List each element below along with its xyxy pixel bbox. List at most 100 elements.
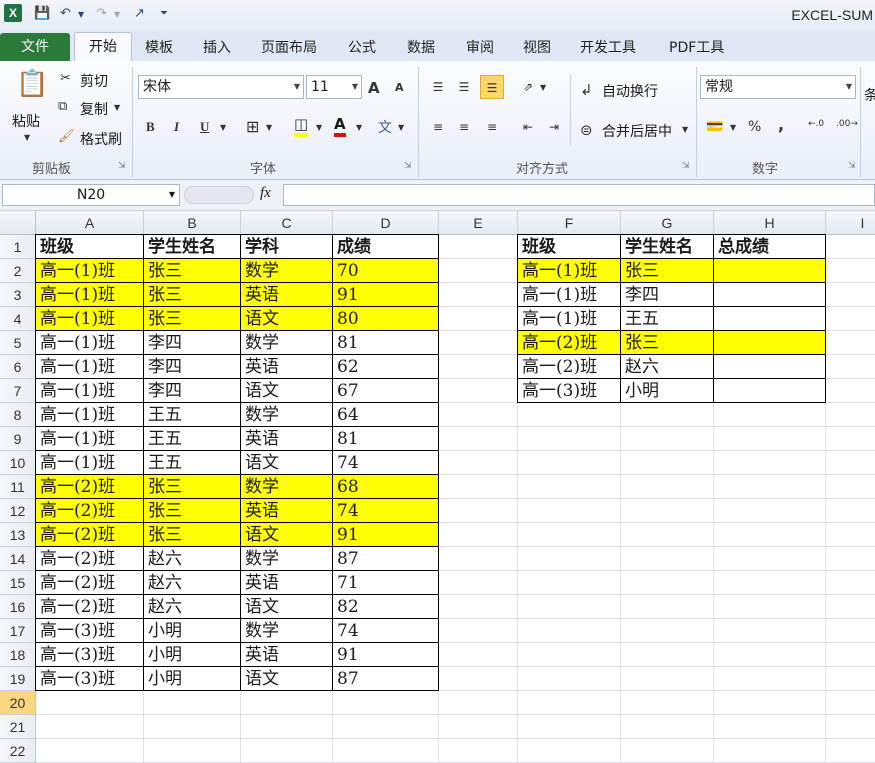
cut-button[interactable]: 剪切: [80, 71, 108, 91]
table-cell[interactable]: 张三: [621, 259, 714, 283]
grid-cell[interactable]: [826, 355, 875, 379]
table-cell[interactable]: 张三: [144, 523, 241, 547]
grid-cell[interactable]: [439, 331, 518, 355]
table-cell[interactable]: 高一(1)班: [36, 355, 144, 379]
grid-cell[interactable]: [439, 475, 518, 499]
decrease-decimal-icon[interactable]: .00→: [836, 119, 858, 129]
grid-cell[interactable]: [714, 643, 826, 667]
column-header[interactable]: C: [241, 211, 333, 235]
grid-cell[interactable]: [621, 571, 714, 595]
grid-cell[interactable]: [714, 619, 826, 643]
grid-cell[interactable]: [621, 547, 714, 571]
merge-center-icon[interactable]: ⊜: [580, 121, 593, 139]
tab-developer[interactable]: 开发工具: [580, 37, 636, 57]
grid-cell[interactable]: [621, 499, 714, 523]
save-icon[interactable]: 💾: [34, 6, 50, 21]
table-header-cell[interactable]: 学生姓名: [144, 235, 241, 259]
grid-cell[interactable]: [621, 475, 714, 499]
grid-cell[interactable]: [36, 715, 144, 739]
grid-cell[interactable]: [826, 499, 875, 523]
table-cell[interactable]: 高一(1)班: [36, 331, 144, 355]
align-middle-icon[interactable]: ☰: [452, 75, 476, 99]
row-header[interactable]: 14: [0, 547, 36, 571]
formula-cancel-enter-icon[interactable]: [184, 186, 254, 204]
grid-cell[interactable]: [333, 739, 439, 763]
table-cell[interactable]: 张三: [144, 499, 241, 523]
grid-cell[interactable]: [714, 715, 826, 739]
table-header-cell[interactable]: 班级: [518, 235, 621, 259]
accounting-dropdown-icon[interactable]: ▼: [730, 123, 736, 132]
table-cell[interactable]: 赵六: [144, 571, 241, 595]
table-cell[interactable]: 语文: [241, 307, 333, 331]
formula-input[interactable]: [283, 184, 875, 206]
row-header[interactable]: 21: [0, 715, 36, 739]
decrease-indent-icon[interactable]: ⇤: [516, 115, 540, 139]
table-cell[interactable]: 赵六: [144, 595, 241, 619]
conditional-format-button[interactable]: 条: [864, 85, 875, 105]
insert-function-button[interactable]: fx: [260, 185, 271, 202]
table-cell[interactable]: 87: [333, 547, 439, 571]
grid-cell[interactable]: [621, 715, 714, 739]
table-cell[interactable]: 高一(1)班: [36, 451, 144, 475]
table-cell[interactable]: 高一(1)班: [518, 259, 621, 283]
tab-template[interactable]: 模板: [145, 37, 173, 57]
grid-cell[interactable]: [439, 259, 518, 283]
increase-decimal-icon[interactable]: ←.0: [808, 119, 824, 129]
excel-logo-icon[interactable]: X: [4, 4, 22, 22]
copy-icon[interactable]: ⧉: [58, 99, 67, 114]
grid-cell[interactable]: [518, 499, 621, 523]
grid-cell[interactable]: [439, 235, 518, 259]
row-header[interactable]: 1: [0, 235, 36, 259]
table-cell[interactable]: 高一(1)班: [518, 283, 621, 307]
font-launcher-icon[interactable]: ⇲: [404, 161, 412, 171]
table-cell[interactable]: 高一(1)班: [36, 307, 144, 331]
row-header[interactable]: 13: [0, 523, 36, 547]
alignment-launcher-icon[interactable]: ⇲: [682, 161, 690, 171]
comma-button[interactable]: ,: [778, 115, 784, 134]
grid-cell[interactable]: [518, 547, 621, 571]
table-cell[interactable]: 语文: [241, 667, 333, 691]
grid-cell[interactable]: [36, 739, 144, 763]
grid-cell[interactable]: [439, 523, 518, 547]
cell-grid[interactable]: A B C D E F G H I 1 2 3 4 5 6 7 8 9 10 11 12 13 14 15 16 17 18 19 20…: [0, 211, 875, 763]
table-header-cell[interactable]: 学生姓名: [621, 235, 714, 259]
align-right-icon[interactable]: ≡: [480, 115, 504, 139]
grid-cell[interactable]: [518, 475, 621, 499]
grid-cell[interactable]: [826, 307, 875, 331]
phonetic-dropdown-icon[interactable]: ▼: [398, 123, 404, 132]
grid-cell[interactable]: [439, 307, 518, 331]
paste-icon[interactable]: 📋: [16, 69, 48, 99]
row-header[interactable]: 18: [0, 643, 36, 667]
shrink-font-icon[interactable]: A: [395, 81, 404, 94]
table-cell[interactable]: 张三: [144, 475, 241, 499]
column-header[interactable]: H: [714, 211, 826, 235]
row-header[interactable]: 16: [0, 595, 36, 619]
grid-cell[interactable]: [714, 667, 826, 691]
merge-center-button[interactable]: 合并后居中: [602, 121, 672, 141]
grid-cell[interactable]: [826, 619, 875, 643]
grid-cell[interactable]: [439, 547, 518, 571]
fill-color-dropdown-icon[interactable]: ▼: [316, 123, 322, 132]
table-cell[interactable]: 91: [333, 643, 439, 667]
table-cell[interactable]: 小明: [144, 619, 241, 643]
grid-cell[interactable]: [439, 451, 518, 475]
table-cell[interactable]: 李四: [144, 355, 241, 379]
underline-button[interactable]: U: [200, 119, 209, 135]
grid-cell[interactable]: [826, 379, 875, 403]
table-cell[interactable]: 语文: [241, 451, 333, 475]
accounting-format-icon[interactable]: 💳: [706, 119, 723, 135]
table-cell[interactable]: 高一(1)班: [36, 259, 144, 283]
table-cell[interactable]: [714, 355, 826, 379]
grid-cell[interactable]: [439, 667, 518, 691]
table-cell[interactable]: 小明: [621, 379, 714, 403]
table-cell[interactable]: 高一(2)班: [518, 355, 621, 379]
table-cell[interactable]: 张三: [144, 259, 241, 283]
row-header[interactable]: 8: [0, 403, 36, 427]
orientation-dropdown-icon[interactable]: ▼: [540, 83, 546, 92]
grid-cell[interactable]: [714, 427, 826, 451]
grid-cell[interactable]: [621, 691, 714, 715]
merge-dropdown-icon[interactable]: ▼: [682, 125, 688, 134]
row-header[interactable]: 6: [0, 355, 36, 379]
table-cell[interactable]: 张三: [144, 307, 241, 331]
table-cell[interactable]: 高一(2)班: [36, 499, 144, 523]
